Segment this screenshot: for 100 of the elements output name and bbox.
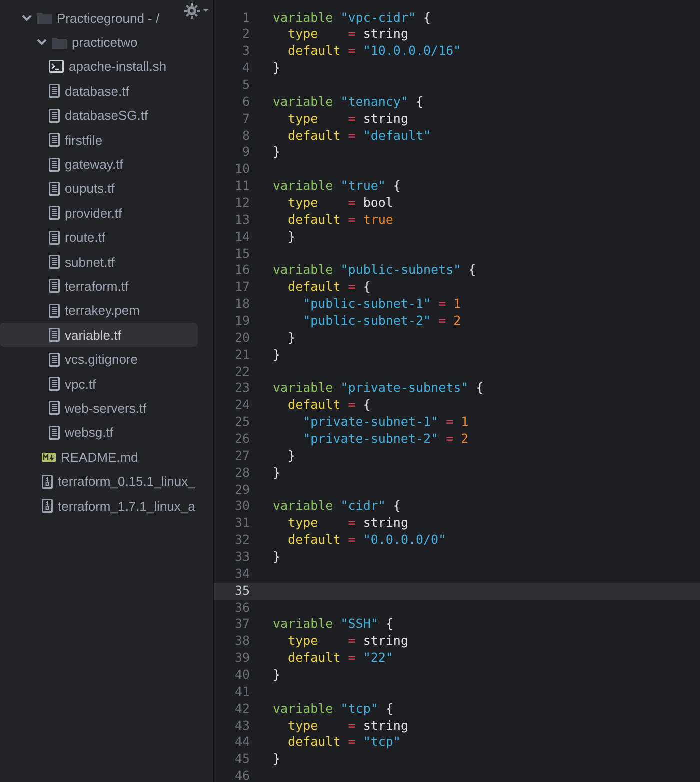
line-number: 38 bbox=[234, 633, 251, 650]
line-number: 31 bbox=[234, 515, 251, 532]
folder-icon bbox=[37, 12, 52, 24]
tree-item[interactable]: databaseSG.tf bbox=[0, 104, 198, 128]
operator: = bbox=[347, 279, 356, 296]
operator: = bbox=[347, 26, 356, 44]
tree-item[interactable]: subnet.tf bbox=[0, 250, 198, 274]
code-text: string bbox=[362, 110, 408, 128]
attribute-name: type bbox=[287, 194, 318, 212]
code-text: } bbox=[273, 346, 281, 364]
line-number: 25 bbox=[234, 414, 251, 431]
file-icon bbox=[49, 352, 60, 367]
string-literal: "private-subnet-2" bbox=[302, 430, 439, 448]
operator: = bbox=[438, 296, 446, 313]
line-number: 6 bbox=[241, 94, 251, 111]
chevron-down-icon[interactable] bbox=[37, 39, 47, 46]
code-text: { bbox=[362, 279, 371, 296]
attribute-name: default bbox=[287, 43, 341, 60]
settings-icon[interactable] bbox=[184, 3, 210, 19]
line-number: 34 bbox=[234, 566, 251, 583]
line-number: 16 bbox=[234, 262, 251, 280]
operator: = bbox=[445, 430, 454, 448]
file-icon bbox=[49, 255, 60, 270]
chevron-down-icon[interactable] bbox=[22, 14, 32, 22]
tree-item[interactable]: README.md bbox=[0, 445, 198, 470]
attribute-name: default bbox=[287, 212, 341, 229]
operator: = bbox=[347, 650, 356, 668]
code-text: { bbox=[422, 10, 432, 26]
line-number: 26 bbox=[234, 430, 251, 448]
tree-item[interactable]: Practiceground - / bbox=[0, 6, 198, 30]
line-number: 44 bbox=[234, 734, 251, 752]
line-number: 43 bbox=[234, 718, 251, 734]
attribute-name: type bbox=[287, 633, 318, 650]
tree-item[interactable]: websg.tf bbox=[0, 420, 198, 446]
line-number: 40 bbox=[234, 667, 251, 684]
tree-item[interactable]: variable.tf bbox=[0, 323, 198, 348]
line-number: 46 bbox=[234, 768, 251, 782]
line-number: 18 bbox=[234, 296, 251, 313]
keyword: variable bbox=[273, 94, 334, 111]
folder-icon bbox=[52, 36, 67, 49]
tree-item[interactable]: web-servers.tf bbox=[0, 396, 198, 421]
tree-item[interactable]: route.tf bbox=[0, 226, 198, 250]
tree-item[interactable]: provider.tf bbox=[0, 201, 198, 226]
tree-item[interactable]: firstfile bbox=[0, 128, 198, 152]
tree-item[interactable]: terraform_0.15.1_linux_ bbox=[0, 469, 198, 494]
line-number: 4 bbox=[241, 60, 251, 77]
code-text: { bbox=[384, 700, 394, 718]
attribute-name: default bbox=[287, 397, 341, 414]
line-number: 20 bbox=[234, 330, 251, 347]
line-number: 1 bbox=[241, 10, 251, 26]
operator: = bbox=[347, 43, 356, 60]
code-text: { bbox=[362, 397, 371, 414]
string-literal: "private-subnets" bbox=[340, 380, 469, 398]
tree-item[interactable]: terraform_1.7.1_linux_a bbox=[0, 494, 198, 518]
attribute-name: type bbox=[287, 515, 318, 532]
string-literal: "public-subnets" bbox=[340, 262, 462, 280]
code-text: { bbox=[384, 616, 394, 634]
string-literal: "tenancy" bbox=[340, 94, 408, 111]
operator: = bbox=[347, 633, 356, 650]
tree-item[interactable]: apache-install.sh bbox=[0, 54, 198, 80]
line-number: 45 bbox=[234, 751, 251, 768]
attribute-name: default bbox=[287, 279, 341, 296]
line-number: 19 bbox=[234, 312, 251, 330]
keyword: variable bbox=[273, 262, 334, 280]
tree-item[interactable]: terraform.tf bbox=[0, 274, 198, 299]
zip-file-icon bbox=[42, 474, 53, 489]
number-literal: true bbox=[362, 212, 394, 229]
operator: = bbox=[347, 734, 356, 752]
line-number: 13 bbox=[234, 212, 251, 229]
file-icon bbox=[49, 304, 60, 318]
line-number: 7 bbox=[241, 110, 251, 128]
attribute-name: default bbox=[287, 650, 341, 668]
line-number: 9 bbox=[241, 144, 251, 162]
tree-item[interactable]: terrakey.pem bbox=[0, 298, 198, 324]
string-literal: "cidr" bbox=[340, 498, 386, 516]
tree-item[interactable]: vpc.tf bbox=[0, 372, 198, 396]
line-number: 21 bbox=[234, 346, 251, 364]
keyword: variable bbox=[273, 380, 334, 398]
code-text: } bbox=[287, 228, 296, 246]
operator: = bbox=[445, 414, 454, 431]
string-literal: "public-subnet-1" bbox=[302, 296, 432, 313]
file-icon bbox=[49, 401, 60, 416]
keyword: variable bbox=[273, 10, 334, 26]
code-text: } bbox=[273, 144, 281, 162]
code-text: } bbox=[287, 330, 296, 347]
string-literal: "private-subnet-1" bbox=[302, 414, 439, 431]
code-text: bool bbox=[362, 194, 394, 212]
line-number: 12 bbox=[234, 194, 251, 212]
line-number: 23 bbox=[234, 380, 251, 398]
code-text: } bbox=[287, 448, 296, 465]
file-icon bbox=[49, 377, 60, 392]
tree-item[interactable]: ouputs.tf bbox=[0, 176, 198, 202]
tree-item[interactable]: practicetwo bbox=[0, 30, 198, 55]
tree-item[interactable]: gateway.tf bbox=[0, 152, 198, 177]
tree-item[interactable]: database.tf bbox=[0, 79, 198, 104]
line-number: 42 bbox=[234, 700, 251, 718]
operator: = bbox=[347, 532, 356, 549]
line-number: 33 bbox=[234, 549, 251, 566]
line-number: 27 bbox=[234, 448, 251, 465]
tree-item[interactable]: vcs.gitignore bbox=[0, 347, 198, 372]
